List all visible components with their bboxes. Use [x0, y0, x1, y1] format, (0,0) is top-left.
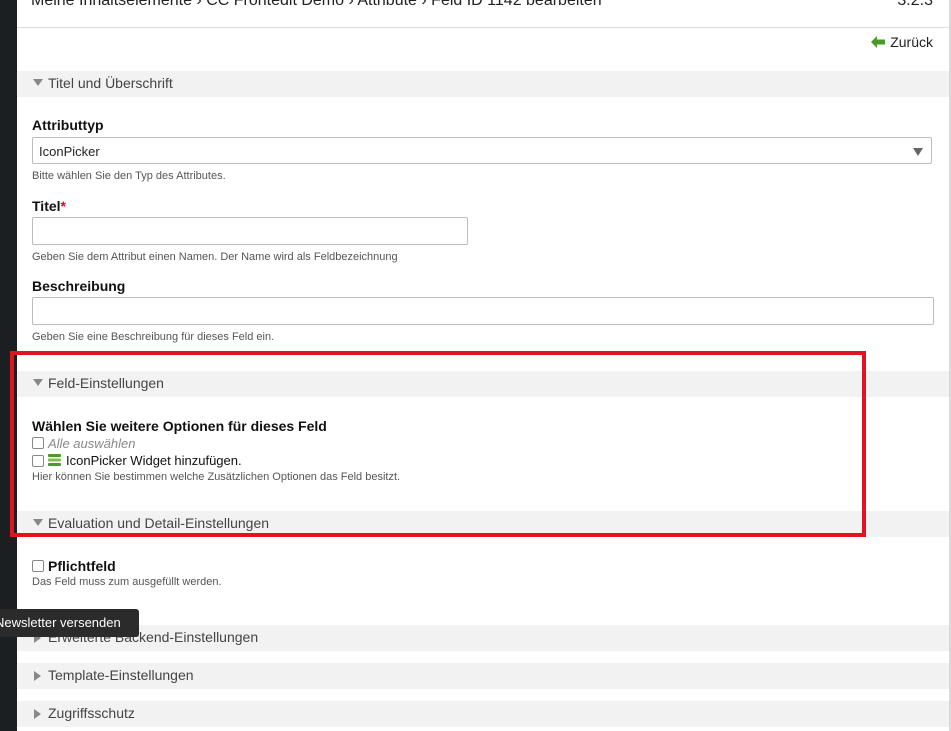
section-feld-header[interactable]: Feld-Einstellungen: [17, 371, 949, 397]
select-all-checkbox[interactable]: [32, 437, 44, 449]
titel-label-text: Titel: [32, 198, 61, 214]
section-backend-header[interactable]: Erweiterte Backend-Einstellungen: [17, 625, 949, 651]
section-title: Zugriffsschutz: [48, 705, 135, 721]
attributtyp-value: IconPicker: [39, 144, 100, 159]
version-label: 3.2.3: [897, 0, 933, 9]
section-evaluation-header[interactable]: Evaluation und Detail-Einstellungen: [17, 511, 949, 537]
section-title: Titel und Überschrift: [48, 75, 173, 91]
expand-triangle-icon: [34, 709, 41, 719]
titel-label: Titel*: [32, 198, 66, 214]
attributtyp-label: Attributtyp: [32, 117, 104, 133]
beschreibung-label: Beschreibung: [32, 278, 126, 294]
collapse-triangle-icon: [33, 79, 43, 86]
collapse-triangle-icon: [33, 519, 43, 526]
section-title: Feld-Einstellungen: [48, 375, 164, 391]
section-zugriff-header[interactable]: Zugriffsschutz: [17, 701, 949, 727]
widget-option-label: IconPicker Widget hinzufügen.: [66, 453, 242, 468]
titel-hint: Geben Sie dem Attribut einen Namen. Der …: [32, 251, 398, 263]
widget-option-checkbox[interactable]: [32, 455, 44, 467]
beschreibung-input[interactable]: [32, 297, 934, 325]
widget-icon: [48, 454, 61, 466]
pflichtfeld-label: Pflichtfeld: [48, 558, 116, 574]
required-mark: *: [60, 198, 66, 214]
newsletter-tooltip: Newsletter versenden: [0, 609, 139, 637]
attributtyp-select[interactable]: IconPicker: [32, 137, 932, 164]
section-titel-header[interactable]: Titel und Überschrift: [17, 71, 949, 97]
breadcrumb: Meine Inhaltselemente › CC Frontedit Dem…: [31, 0, 602, 9]
edit-panel: Meine Inhaltselemente › CC Frontedit Dem…: [17, 0, 949, 731]
back-button[interactable]: Zurück: [871, 34, 933, 50]
collapse-triangle-icon: [33, 379, 43, 386]
chevron-down-icon: [913, 148, 923, 156]
tooltip-text: Newsletter versenden: [0, 615, 121, 630]
section-template-header[interactable]: Template-Einstellungen: [17, 663, 949, 689]
options-label: Wählen Sie weitere Optionen für dieses F…: [32, 418, 327, 434]
pflichtfeld-checkbox[interactable]: [32, 560, 44, 572]
expand-triangle-icon: [34, 671, 41, 681]
section-title: Evaluation und Detail-Einstellungen: [48, 515, 270, 531]
beschreibung-hint: Geben Sie eine Beschreibung für dieses F…: [32, 331, 275, 343]
section-title: Template-Einstellungen: [48, 667, 194, 683]
attributtyp-hint: Bitte wählen Sie den Typ des Attributes.: [32, 170, 226, 182]
pflichtfeld-hint: Das Feld muss zum ausgefüllt werden.: [32, 576, 222, 588]
options-hint: Hier können Sie bestimmen welche Zusätzl…: [32, 471, 401, 483]
select-all-label: Alle auswählen: [48, 436, 136, 451]
back-label: Zurück: [890, 34, 933, 50]
titel-input[interactable]: [32, 217, 468, 245]
arrow-left-icon: [871, 36, 886, 48]
page-header: Meine Inhaltselemente › CC Frontedit Dem…: [17, 0, 949, 28]
